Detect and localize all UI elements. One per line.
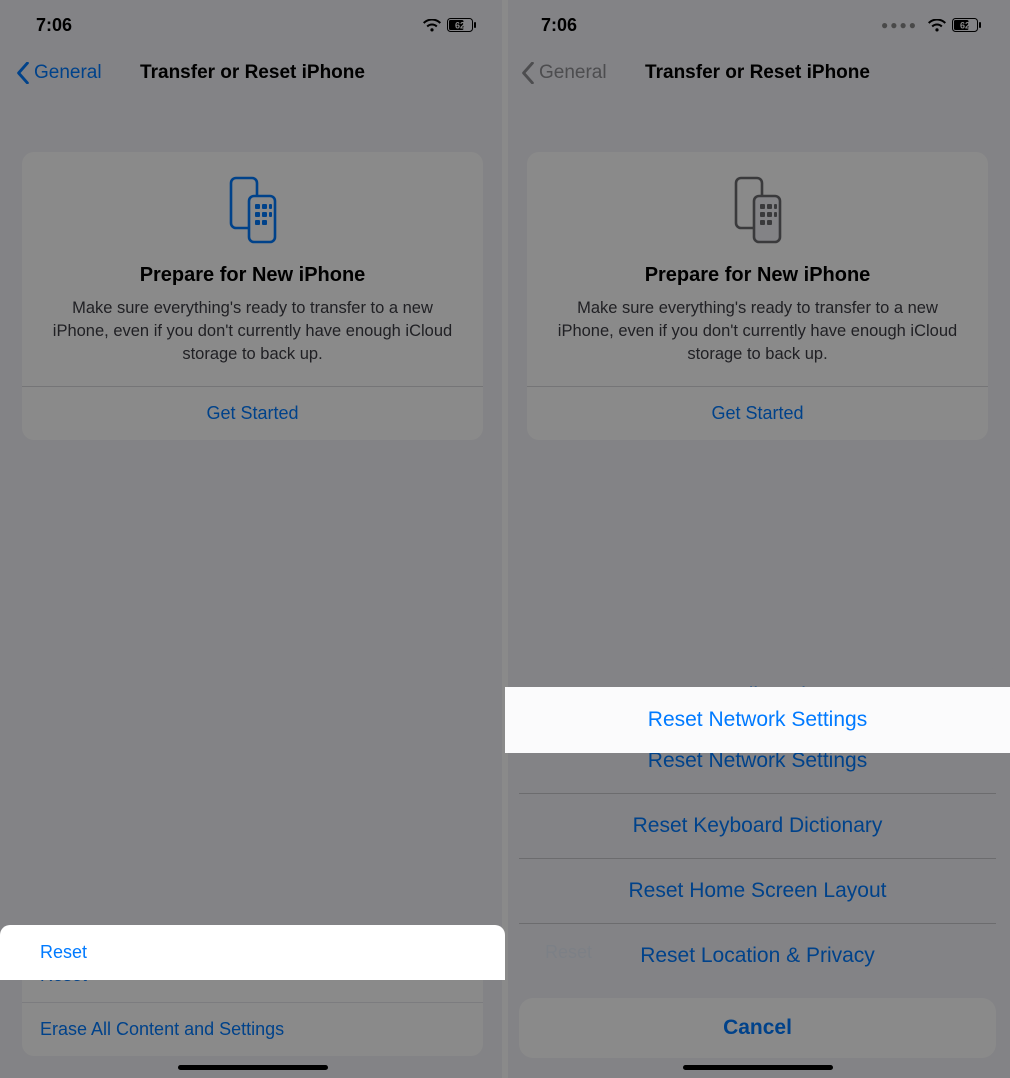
- highlight-reset[interactable]: Reset: [0, 925, 505, 980]
- card-body: Make sure everything's ready to transfer…: [40, 297, 465, 386]
- back-button[interactable]: General: [16, 62, 102, 84]
- right-screenshot: 7:06 ●●●● 62 General Transfer or Reset i…: [505, 0, 1010, 1078]
- chevron-left-icon: [521, 62, 535, 84]
- battery-icon: 62: [447, 18, 477, 32]
- nav-bar: General Transfer or Reset iPhone: [0, 50, 505, 96]
- card-title: Prepare for New iPhone: [40, 264, 465, 287]
- card-title: Prepare for New iPhone: [545, 264, 970, 287]
- battery-icon: 62: [952, 18, 982, 32]
- erase-row[interactable]: Erase All Content and Settings: [22, 1003, 483, 1056]
- wifi-icon: [423, 19, 441, 32]
- svg-text:62: 62: [960, 21, 970, 31]
- back-label: General: [539, 62, 607, 84]
- status-bar: 7:06 ●●●● 62: [505, 0, 1010, 50]
- prepare-card: Prepare for New iPhone Make sure everyth…: [22, 152, 483, 440]
- status-time: 7:06: [36, 15, 72, 36]
- svg-text:62: 62: [455, 21, 465, 31]
- back-button[interactable]: General: [521, 62, 607, 84]
- card-body: Make sure everything's ready to transfer…: [545, 297, 970, 386]
- wifi-icon: [928, 19, 946, 32]
- chevron-left-icon: [16, 62, 30, 84]
- highlight-reset-network[interactable]: Reset Network Settings: [505, 687, 1010, 753]
- sheet-option-reset-keyboard[interactable]: Reset Keyboard Dictionary: [519, 794, 996, 859]
- nav-bar: General Transfer or Reset iPhone: [505, 50, 1010, 96]
- get-started-button[interactable]: Get Started: [40, 387, 465, 440]
- get-started-button[interactable]: Get Started: [545, 387, 970, 440]
- sheet-cancel-button[interactable]: Cancel: [519, 998, 996, 1058]
- home-indicator[interactable]: [178, 1065, 328, 1070]
- prepare-card: Prepare for New iPhone Make sure everyth…: [527, 152, 988, 440]
- home-indicator[interactable]: [683, 1065, 833, 1070]
- back-label: General: [34, 62, 102, 84]
- recording-dots-icon: ●●●●: [881, 18, 918, 32]
- left-screenshot: 7:06 62 General Transfer or Reset iPhone: [0, 0, 505, 1078]
- status-bar: 7:06 62: [0, 0, 505, 50]
- devices-icon: [726, 174, 790, 246]
- sheet-option-reset-home[interactable]: Reset Home Screen Layout: [519, 859, 996, 924]
- devices-icon: [221, 174, 285, 246]
- sheet-option-reset-location[interactable]: Reset Location & Privacy: [519, 924, 996, 988]
- status-time: 7:06: [541, 15, 577, 36]
